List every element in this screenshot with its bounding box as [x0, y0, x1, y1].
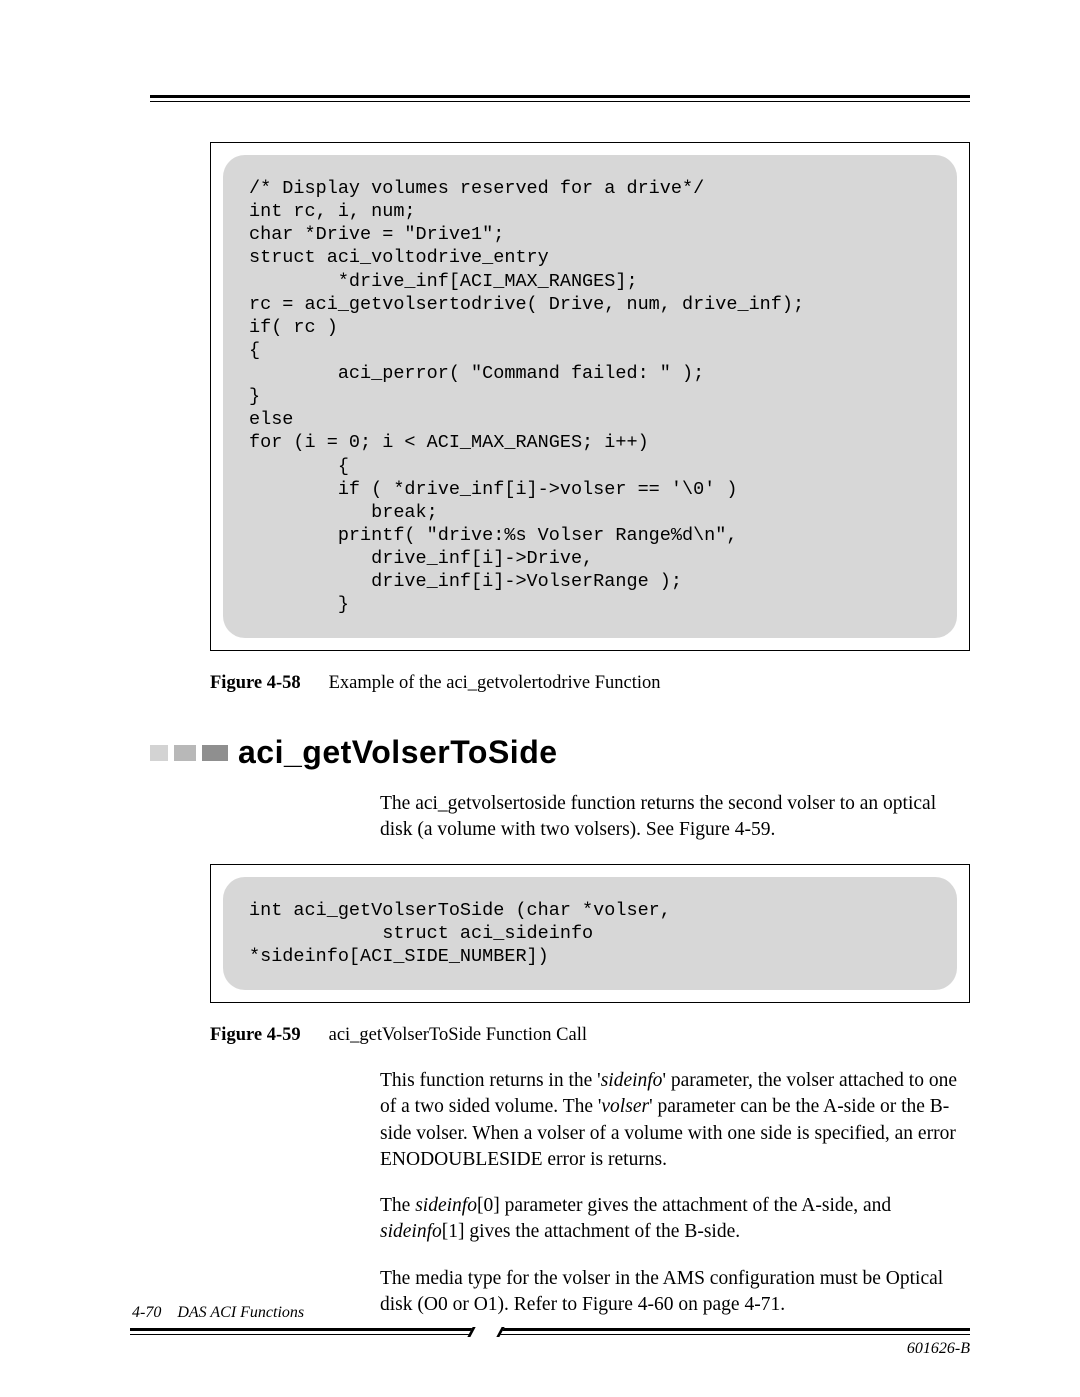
page-footer: 4-70 DAS ACI Functions 601626-B: [130, 1304, 970, 1342]
para-1a: The aci_getvolsertoside function returns…: [380, 793, 936, 840]
code-frame-1: /* Display volumes reserved for a drive*…: [210, 142, 970, 651]
footer-docid: 601626-B: [907, 1340, 970, 1358]
section-title: aci_getVolserToSide: [238, 734, 558, 771]
figure-caption-1: Figure 4-58 Example of the aci_getvolerto…: [210, 673, 970, 694]
code-frame-2: int aci_getVolserToSide (char *volser, s…: [210, 864, 970, 1003]
para-1c: .: [771, 819, 776, 840]
top-rule-thick: [150, 95, 970, 98]
footer-chapter: DAS ACI Functions: [177, 1304, 304, 1321]
para-1b-ref: Figure 4-59: [679, 819, 771, 840]
figure-text-2: aci_getVolserToSide Function Call: [329, 1025, 587, 1045]
para-2: This function returns in the 'sideinfo' …: [380, 1068, 970, 1173]
top-rule-thin: [150, 101, 970, 102]
footer-rule: 601626-B: [130, 1328, 970, 1342]
figure-caption-2: Figure 4-59 aci_getVolserToSide Function …: [210, 1025, 970, 1046]
para-3e: [1] gives the attachment of the B-side.: [442, 1221, 740, 1242]
footer-page: 4-70: [132, 1304, 161, 1321]
para-3a: The: [380, 1195, 415, 1216]
para-3d: sideinfo: [380, 1221, 442, 1242]
para-1: The aci_getvolsertoside function returns…: [380, 791, 970, 844]
para-2b: sideinfo: [601, 1070, 663, 1091]
para-3c: [0] parameter gives the attachment of th…: [477, 1195, 891, 1216]
code-block-2: int aci_getVolserToSide (char *volser, s…: [223, 877, 957, 990]
section-heading: aci_getVolserToSide: [150, 734, 970, 771]
para-2d: volser: [601, 1096, 649, 1117]
footer-top: 4-70 DAS ACI Functions: [130, 1304, 970, 1322]
page: /* Display volumes reserved for a drive*…: [0, 0, 1080, 1397]
para-3: The sideinfo[0] parameter gives the atta…: [380, 1193, 970, 1246]
figure-label-1: Figure 4-58: [210, 673, 301, 693]
heading-decor-icon: [150, 745, 228, 761]
para-3b: sideinfo: [415, 1195, 477, 1216]
code-block-1: /* Display volumes reserved for a drive*…: [223, 155, 957, 638]
para-2a: This function returns in the ': [380, 1070, 601, 1091]
figure-label-2: Figure 4-59: [210, 1025, 301, 1045]
figure-text-1: Example of the aci_getvolertodrive Funct…: [329, 673, 661, 693]
